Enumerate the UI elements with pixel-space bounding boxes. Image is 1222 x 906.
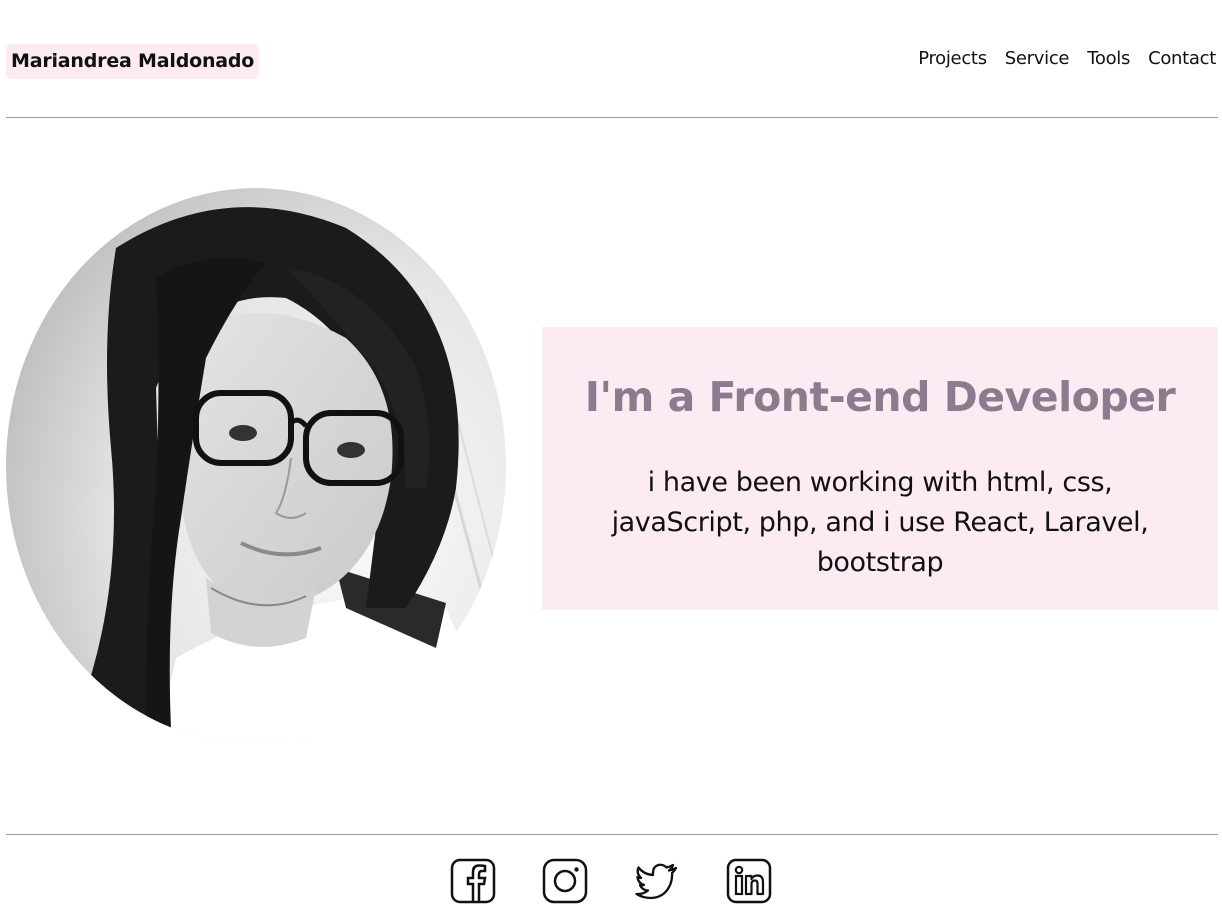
nav-tools[interactable]: Tools [1087,48,1130,69]
hero-title: I'm a Front-end Developer [584,373,1176,421]
footer-divider [6,834,1218,835]
nav-contact[interactable]: Contact [1148,48,1216,69]
nav-projects[interactable]: Projects [918,48,987,69]
site-brand[interactable]: Mariandrea Maldonado [6,44,260,79]
social-links [450,858,772,904]
hero-description: i have been working with html, css, java… [611,467,1149,578]
hero-card: I'm a Front-end Developer i have been wo… [542,327,1218,610]
site-header: Mariandrea Maldonado Projects Service To… [6,0,1218,118]
facebook-icon[interactable] [450,858,496,904]
header-divider [6,117,1218,118]
instagram-icon[interactable] [542,858,588,904]
main-nav: Projects Service Tools Contact [918,48,1216,69]
linkedin-icon[interactable] [726,858,772,904]
twitter-icon[interactable] [634,858,680,904]
nav-service[interactable]: Service [1005,48,1070,69]
profile-photo [6,188,506,744]
portfolio-page: Mariandrea Maldonado Projects Service To… [0,0,1222,906]
